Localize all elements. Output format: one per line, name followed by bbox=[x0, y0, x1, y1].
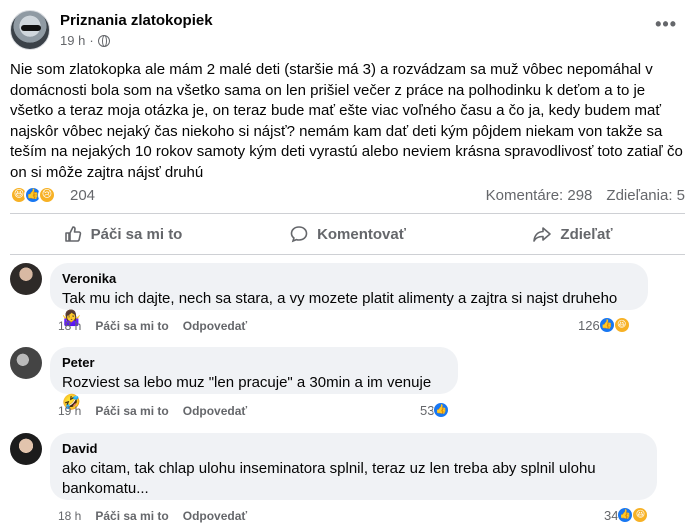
comment-time[interactable]: 19 h bbox=[58, 404, 81, 418]
reaction-icons[interactable]: 😆 👍 😢 bbox=[10, 186, 56, 204]
comment-like-link[interactable]: Páči sa mi to bbox=[95, 404, 168, 418]
haha-reaction-icon: 😆 bbox=[613, 317, 630, 333]
post-header: Priznania zlatokopiek 19 h · ••• bbox=[10, 8, 683, 52]
more-options-icon[interactable]: ••• bbox=[655, 14, 677, 35]
reaction-count[interactable]: 204 bbox=[70, 187, 95, 204]
post-time[interactable]: 19 h bbox=[60, 33, 85, 48]
share-icon bbox=[533, 227, 552, 242]
comment-text: ako citam, tak chlap ulohu inseminatora … bbox=[62, 459, 645, 499]
comments-count[interactable]: Komentáre: 298 bbox=[486, 187, 593, 204]
comment-button-label: Komentovať bbox=[317, 225, 406, 243]
meta-separator: · bbox=[89, 33, 94, 48]
haha-reaction-icon: 😆 bbox=[632, 507, 649, 523]
avatar[interactable] bbox=[10, 347, 42, 379]
avatar[interactable] bbox=[10, 433, 42, 465]
comment-reaction-count: 126 bbox=[578, 317, 600, 333]
comment-reaction-count: 34 bbox=[604, 507, 619, 523]
comment-reaction-count: 53 bbox=[420, 402, 435, 418]
comment-author[interactable]: Veronika bbox=[62, 271, 636, 287]
comment-like-link[interactable]: Páči sa mi to bbox=[95, 319, 168, 333]
comment-actions: 19 h Páči sa mi to Odpovedať bbox=[58, 404, 247, 418]
comment-reply-link[interactable]: Odpovedať bbox=[183, 319, 247, 333]
comment-bubble: David ako citam, tak chlap ulohu insemin… bbox=[50, 433, 657, 500]
like-button[interactable]: Páči sa mi to bbox=[10, 218, 235, 250]
like-reaction-icon: 👍 bbox=[617, 507, 634, 523]
comment-icon bbox=[290, 226, 308, 243]
like-button-label: Páči sa mi to bbox=[90, 225, 183, 243]
comment: Veronika Tak mu ich dajte, nech sa stara… bbox=[10, 263, 685, 341]
thumbs-up-icon bbox=[64, 226, 81, 242]
comment-bubble: Veronika Tak mu ich dajte, nech sa stara… bbox=[50, 263, 648, 327]
comment-reply-link[interactable]: Odpovedať bbox=[183, 509, 247, 523]
post-stats: Komentáre: 298 Zdieľania: 5 bbox=[486, 187, 685, 204]
post-action-bar: Páči sa mi to Komentovať Zdieľať bbox=[10, 218, 685, 250]
comment-author[interactable]: David bbox=[62, 441, 645, 457]
divider bbox=[10, 254, 685, 255]
comment-reactions[interactable]: 34 👍 😆 bbox=[604, 507, 649, 523]
sad-reaction-icon: 😢 bbox=[38, 186, 56, 204]
comment: Peter Rozviest sa lebo muz "len pracuje"… bbox=[10, 347, 685, 425]
comment-time[interactable]: 18 h bbox=[58, 509, 81, 523]
comment-author[interactable]: Peter bbox=[62, 355, 446, 371]
like-reaction-icon: 👍 bbox=[598, 317, 615, 333]
comment-reply-link[interactable]: Odpovedať bbox=[183, 404, 247, 418]
comment-bubble: Peter Rozviest sa lebo muz "len pracuje"… bbox=[50, 347, 458, 411]
post-text: Nie som zlatokopka ale mám 2 malé deti (… bbox=[10, 61, 683, 181]
comment-actions: 18 h Páči sa mi to Odpovedať bbox=[58, 509, 247, 523]
comment-like-link[interactable]: Páči sa mi to bbox=[95, 509, 168, 523]
comment-actions: 18 h Páči sa mi to Odpovedať bbox=[58, 319, 247, 333]
comment-time[interactable]: 18 h bbox=[58, 319, 81, 333]
reactions-summary: 😆 👍 😢 204 Komentáre: 298 Zdieľania: 5 bbox=[10, 184, 685, 208]
shares-count[interactable]: Zdieľania: 5 bbox=[606, 187, 685, 204]
comment-text-line: bankomatu... bbox=[62, 480, 149, 497]
page-avatar[interactable] bbox=[10, 10, 50, 50]
comment-button[interactable]: Komentovať bbox=[235, 218, 460, 250]
share-button-label: Zdieľať bbox=[560, 225, 613, 243]
divider bbox=[10, 213, 685, 214]
comment: David ako citam, tak chlap ulohu insemin… bbox=[10, 433, 685, 525]
page-name[interactable]: Priznania zlatokopiek bbox=[60, 12, 213, 29]
post-meta: 19 h · bbox=[60, 33, 110, 48]
avatar[interactable] bbox=[10, 263, 42, 295]
globe-icon bbox=[97, 34, 110, 47]
share-button[interactable]: Zdieľať bbox=[460, 218, 685, 250]
like-reaction-icon: 👍 bbox=[433, 402, 450, 418]
comment-text-line: ako citam, tak chlap ulohu inseminatora … bbox=[62, 460, 596, 477]
comment-reactions[interactable]: 53 👍 bbox=[420, 402, 450, 418]
comment-reactions[interactable]: 126 👍 😆 bbox=[578, 317, 630, 333]
